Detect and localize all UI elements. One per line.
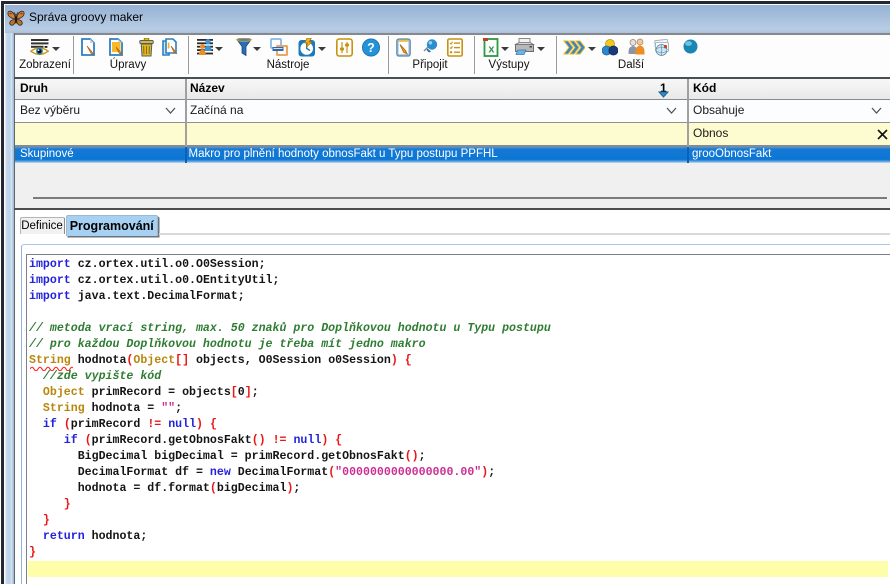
svg-text:x: x <box>488 44 495 56</box>
svg-text:?: ? <box>367 41 375 55</box>
